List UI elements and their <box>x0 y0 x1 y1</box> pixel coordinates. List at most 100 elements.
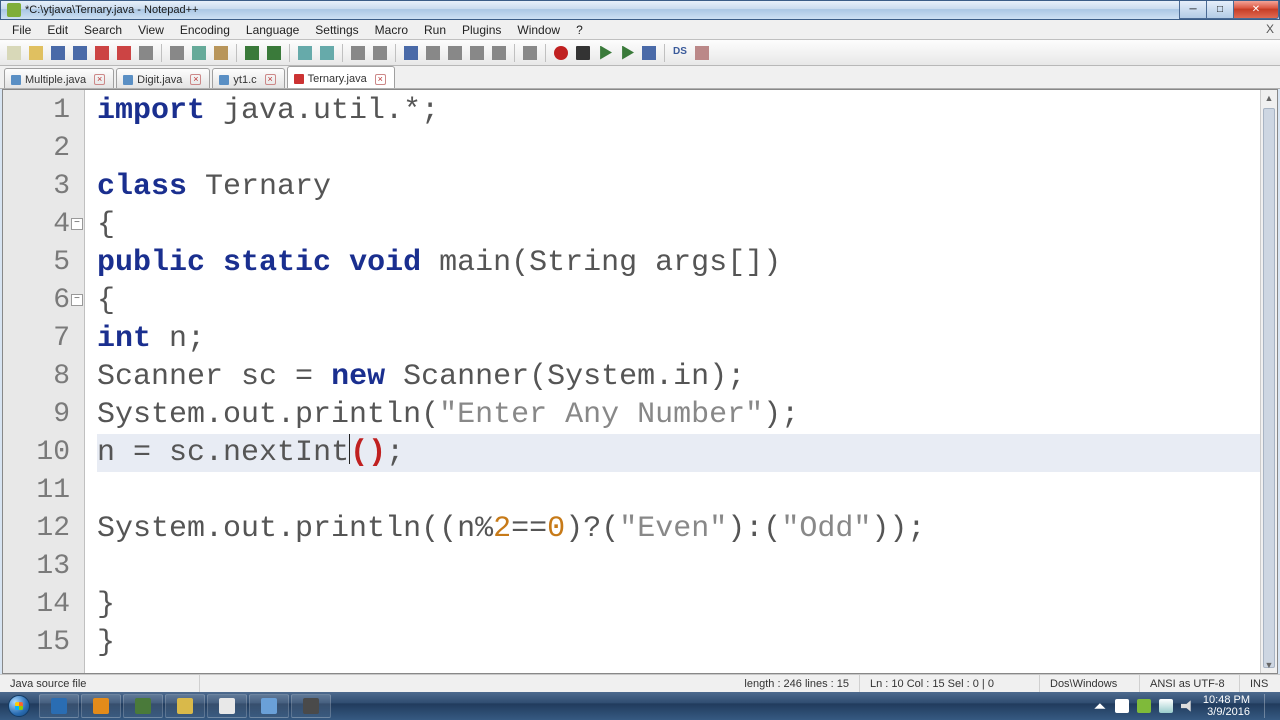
tray-flag-icon[interactable] <box>1115 699 1129 713</box>
code-line-15[interactable]: } <box>97 624 1260 662</box>
menu-file[interactable]: File <box>4 21 39 39</box>
code-line-5[interactable]: public static void main(String args[]) <box>97 244 1260 282</box>
vertical-scrollbar[interactable]: ▲ ▼ <box>1260 90 1277 673</box>
window-title: *C:\ytjava\Ternary.java - Notepad++ <box>25 4 198 16</box>
line-number-gutter: 123456789101112131415 <box>3 90 85 673</box>
menu-language[interactable]: Language <box>238 21 307 39</box>
toolbar-stop-button[interactable] <box>573 43 593 63</box>
toolbar-wrap-button[interactable] <box>401 43 421 63</box>
toolbar-zoom-in-button[interactable] <box>348 43 368 63</box>
toolbar-zoom-out-button[interactable] <box>370 43 390 63</box>
tray-arrow-icon[interactable] <box>1093 699 1107 713</box>
ds-icon: DS <box>673 46 687 60</box>
toolbar-undo-button[interactable] <box>242 43 262 63</box>
code-line-6[interactable]: { <box>97 282 1260 320</box>
taskbar-app-2[interactable] <box>123 694 163 718</box>
tray-clock[interactable]: 10:48 PM 3/9/2016 <box>1203 694 1250 718</box>
toolbar-open-button[interactable] <box>26 43 46 63</box>
menu-macro[interactable]: Macro <box>367 21 416 39</box>
menu-encoding[interactable]: Encoding <box>172 21 238 39</box>
tab-multiple-java[interactable]: Multiple.java× <box>4 68 114 88</box>
toolbar-unfold-button[interactable] <box>489 43 509 63</box>
menu-search[interactable]: Search <box>76 21 130 39</box>
maximize-button[interactable]: □ <box>1206 1 1234 19</box>
code-line-1[interactable]: import java.util.*; <box>97 92 1260 130</box>
toolbar-indent-button[interactable] <box>445 43 465 63</box>
toolbar-ds-button[interactable]: DS <box>670 43 690 63</box>
tab-close-icon[interactable]: × <box>375 74 386 85</box>
taskbar-app-3[interactable] <box>165 694 205 718</box>
menu-window[interactable]: Window <box>509 21 568 39</box>
code-line-8[interactable]: Scanner sc = new Scanner(System.in); <box>97 358 1260 396</box>
menu-edit[interactable]: Edit <box>39 21 76 39</box>
toolbar-new-button[interactable] <box>4 43 24 63</box>
menu-plugins[interactable]: Plugins <box>454 21 509 39</box>
system-tray: 10:48 PM 3/9/2016 <box>1085 694 1280 718</box>
toolbar-fold-button[interactable] <box>467 43 487 63</box>
show-desktop-button[interactable] <box>1264 694 1272 718</box>
menu-view[interactable]: View <box>130 21 172 39</box>
tray-network-icon[interactable] <box>1159 699 1173 713</box>
code-line-13[interactable] <box>97 548 1260 586</box>
tab-yt1-c[interactable]: yt1.c× <box>212 68 284 88</box>
taskbar-app-icon <box>261 698 277 714</box>
code-area[interactable]: import java.util.*;class Ternary{public … <box>85 90 1260 673</box>
taskbar-app-1[interactable] <box>81 694 121 718</box>
menubar-close-x[interactable]: X <box>1266 22 1274 36</box>
toolbar-hidden-button[interactable] <box>520 43 540 63</box>
line-number: 14 <box>3 586 84 624</box>
code-line-2[interactable] <box>97 130 1260 168</box>
toolbar-paste-button[interactable] <box>211 43 231 63</box>
minimize-button[interactable]: ─ <box>1179 1 1207 19</box>
taskbar-app-6[interactable] <box>291 694 331 718</box>
new-icon <box>7 46 21 60</box>
menu-settings[interactable]: Settings <box>307 21 366 39</box>
code-line-4[interactable]: { <box>97 206 1260 244</box>
toolbar-cut-button[interactable] <box>167 43 187 63</box>
toolbar-play-button[interactable] <box>595 43 615 63</box>
tab-ternary-java[interactable]: Ternary.java× <box>287 66 395 88</box>
code-line-9[interactable]: System.out.println("Enter Any Number"); <box>97 396 1260 434</box>
menu-help[interactable]: ? <box>568 21 591 39</box>
toolbar-replace-button[interactable] <box>317 43 337 63</box>
fold-icon <box>470 46 484 60</box>
tab-close-icon[interactable]: × <box>265 74 276 85</box>
toolbar-find-button[interactable] <box>295 43 315 63</box>
code-line-7[interactable]: int n; <box>97 320 1260 358</box>
toolbar-close-button[interactable] <box>92 43 112 63</box>
code-line-10[interactable]: n = sc.nextInt(); <box>97 434 1260 472</box>
scroll-down-arrow[interactable]: ▼ <box>1261 657 1277 673</box>
toolbar-copy-button[interactable] <box>189 43 209 63</box>
code-line-12[interactable]: System.out.println((n%2==0)?("Even"):("O… <box>97 510 1260 548</box>
taskbar-app-4[interactable] <box>207 694 247 718</box>
toolbar-separator <box>514 44 515 62</box>
toolbar-redo-button[interactable] <box>264 43 284 63</box>
scroll-up-arrow[interactable]: ▲ <box>1261 90 1277 106</box>
status-position: Ln : 10 Col : 15 Sel : 0 | 0 <box>860 675 1040 692</box>
close-button[interactable]: ✕ <box>1233 1 1279 19</box>
toolbar-print-button[interactable] <box>136 43 156 63</box>
taskbar-app-icon <box>51 698 67 714</box>
toolbar-save-button[interactable] <box>48 43 68 63</box>
tray-volume-icon[interactable] <box>1181 699 1195 713</box>
toolbar-record-button[interactable] <box>551 43 571 63</box>
code-line-3[interactable]: class Ternary <box>97 168 1260 206</box>
tab-close-icon[interactable]: × <box>94 74 105 85</box>
toolbar-save-macro-button[interactable] <box>639 43 659 63</box>
code-line-11[interactable] <box>97 472 1260 510</box>
code-line-14[interactable]: } <box>97 586 1260 624</box>
toolbar-compare-button[interactable] <box>692 43 712 63</box>
toolbar-close-all-button[interactable] <box>114 43 134 63</box>
tab-close-icon[interactable]: × <box>190 74 201 85</box>
taskbar-app-5[interactable] <box>249 694 289 718</box>
scrollbar-thumb[interactable] <box>1263 108 1275 668</box>
line-number: 7 <box>3 320 84 358</box>
menu-run[interactable]: Run <box>416 21 454 39</box>
toolbar-all-chars-button[interactable] <box>423 43 443 63</box>
tray-safearrow-icon[interactable] <box>1137 699 1151 713</box>
taskbar-app-0[interactable] <box>39 694 79 718</box>
start-button[interactable] <box>0 692 38 720</box>
toolbar-save-all-button[interactable] <box>70 43 90 63</box>
tab-digit-java[interactable]: Digit.java× <box>116 68 210 88</box>
toolbar-play-multi-button[interactable] <box>617 43 637 63</box>
